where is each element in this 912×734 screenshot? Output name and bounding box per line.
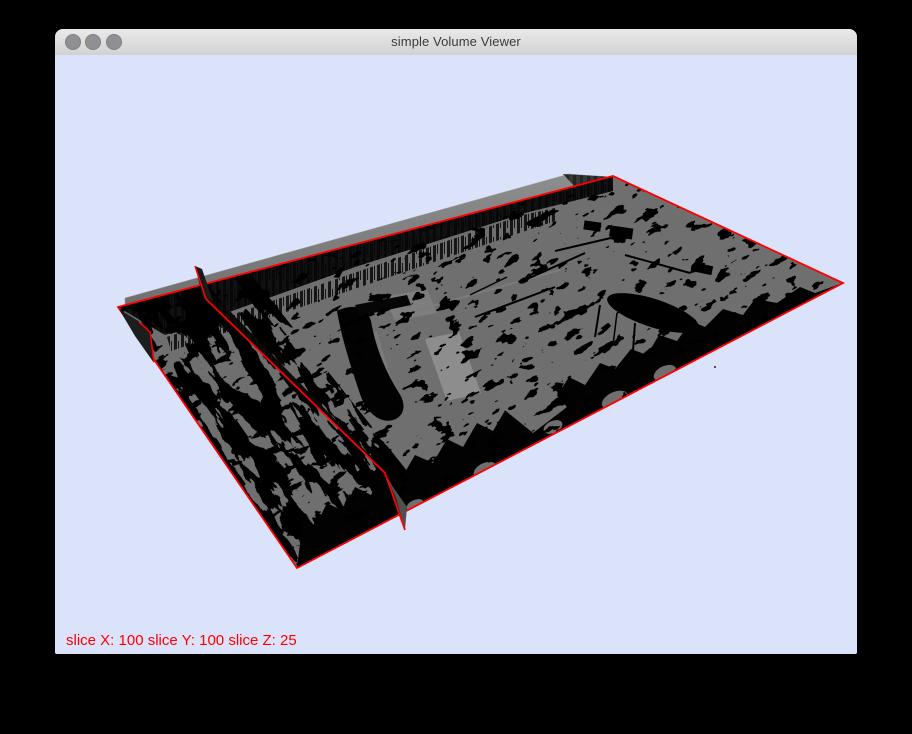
volume-scene: [55, 55, 857, 654]
app-window: simple Volume Viewer: [55, 29, 857, 654]
titlebar[interactable]: simple Volume Viewer: [55, 29, 857, 56]
slice-status-text: slice X: 100 slice Y: 100 slice Z: 25: [66, 632, 297, 649]
stray-voxel-dot: [714, 366, 716, 368]
window-title: simple Volume Viewer: [55, 29, 857, 55]
z-slice-plane: [55, 55, 857, 654]
desktop: { "window": { "title": "simple Volume Vi…: [0, 0, 912, 734]
render-viewport[interactable]: slice X: 100 slice Y: 100 slice Z: 25: [55, 55, 857, 654]
